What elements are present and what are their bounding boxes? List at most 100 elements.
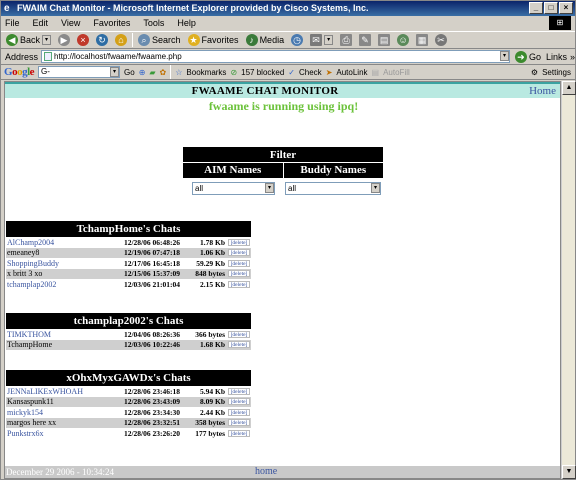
buddy-name-link[interactable]: tchamplap2002 [6,280,102,289]
standard-toolbar: ◀ Back ▾ ▶ × ↻ ⌂ ⌕ Search ★ Favorites ♪ … [1,31,575,49]
links-label[interactable]: Links [546,52,567,62]
stop-button[interactable]: × [75,32,91,48]
messenger-button[interactable]: ☺ [395,32,411,48]
autolink-button[interactable]: AutoLink [336,68,367,77]
google-search-dropdown-icon[interactable]: ▾ [110,67,120,77]
refresh-button[interactable]: ↻ [94,32,110,48]
back-button[interactable]: ◀ Back ▾ [4,32,53,48]
scroll-down-icon[interactable]: ▼ [562,465,576,479]
table-row: TIMKTHOM 12/04/06 08:26:36 366 bytes [de… [6,329,251,340]
menu-file[interactable]: File [5,18,20,28]
print-icon: ⎙ [340,34,353,46]
scroll-up-icon[interactable]: ▲ [562,81,576,95]
window-title: FWAIM Chat Monitor - Microsoft Internet … [17,3,369,13]
autofill-button[interactable]: AutoFill [383,68,410,77]
chat-date: 12/17/06 16:45:18 [123,258,180,268]
buddy-names-dropdown-icon[interactable]: ▾ [371,183,380,193]
menu-help[interactable]: Help [177,18,196,28]
history-button[interactable]: ◷ [289,32,305,48]
print-button[interactable]: ⎙ [338,32,354,48]
google-toolbar-separator [170,65,172,79]
popup-blocked-count[interactable]: 157 blocked [241,68,284,77]
page-content: FWAAME CHAT MONITOR Home fwaame is runni… [4,81,561,479]
delete-button[interactable]: [delete] [228,330,250,338]
search-button[interactable]: ⌕ Search [136,32,183,48]
mail-dropdown-icon[interactable]: ▾ [324,35,334,45]
chat-date: 12/04/06 08:26:36 [123,329,180,339]
buddy-name-link[interactable]: mickyk154 [6,408,102,417]
delete-button[interactable]: [delete] [228,280,250,288]
buddy-names-select[interactable]: all ▾ [285,182,381,195]
buddy-name-link[interactable]: ShoppingBuddy [6,259,102,268]
edit-page-icon: ✎ [359,34,372,46]
header-home-link[interactable]: Home [529,85,556,97]
menu-tools[interactable]: Tools [143,18,164,28]
menu-view[interactable]: View [61,18,80,28]
google-pagerank-icon[interactable]: ▰ [149,68,155,77]
go-button[interactable]: ➜ Go [513,49,543,65]
maximize-button[interactable]: □ [544,2,558,14]
aim-names-dropdown-icon[interactable]: ▾ [265,183,274,193]
buddy-name[interactable]: margos here xx [6,418,102,427]
delete-button[interactable]: [delete] [228,238,250,246]
home-button[interactable]: ⌂ [113,32,129,48]
footer-home-link[interactable]: home [255,466,277,478]
google-go-button[interactable]: Go [124,68,135,77]
buddy-name-link[interactable]: Punkstrx6x [6,429,102,438]
delete-button[interactable]: [delete] [228,429,250,437]
google-toolbar: Google G- ▾ Go ⊕ ▰ ✿ ☆ Bookmarks ⊘ 157 b… [1,65,575,80]
minimize-button[interactable]: _ [529,2,543,14]
media-button[interactable]: ♪ Media [244,32,287,48]
messenger-icon: ☺ [397,34,410,46]
edit-button[interactable]: ✎ [357,32,373,48]
mail-button[interactable]: ✉ ▾ [308,32,335,48]
google-search-input[interactable]: G- ▾ [38,66,121,78]
settings-button[interactable]: Settings [542,68,575,77]
chat-size: 848 bytes [195,269,225,279]
google-up-icon[interactable]: ✿ [160,68,167,77]
delete-button[interactable]: [delete] [228,408,250,416]
aim-names-select[interactable]: all ▾ [192,182,275,195]
address-dropdown-icon[interactable]: ▾ [499,51,509,61]
buddy-name[interactable]: Kansaspunk11 [6,397,102,406]
research-button[interactable]: ▦ [414,32,430,48]
delete-button[interactable]: [delete] [228,398,250,406]
discuss-button[interactable]: ▤ [376,32,392,48]
google-news-icon[interactable]: ⊕ [139,68,146,77]
page-title: FWAAME CHAT MONITOR [191,85,339,97]
footer-date: December 29 2006 - 10:34:24 [6,467,114,477]
check-button[interactable]: Check [299,68,322,77]
tools-button[interactable]: ✂ [433,32,449,48]
buddy-name-link[interactable]: AlChamp2004 [6,238,102,247]
chat-date: 12/28/06 23:32:51 [123,418,180,428]
buddy-name[interactable]: emeaney8 [6,248,102,257]
forward-button[interactable]: ▶ [56,32,72,48]
back-dropdown-icon[interactable]: ▾ [42,35,52,45]
delete-button[interactable]: [delete] [228,341,250,349]
menu-favorites[interactable]: Favorites [93,18,130,28]
chat-date: 12/19/06 07:47:18 [123,248,180,258]
links-chevron-icon[interactable]: » [570,52,575,62]
buddy-name-link[interactable]: TIMKTHOM [6,330,102,339]
google-search-value: G- [41,67,50,76]
home-icon: ⌂ [115,34,128,46]
vertical-scrollbar[interactable]: ▲ ▼ [561,81,576,479]
buddy-names-header: Buddy Names [300,164,367,176]
google-logo[interactable]: Google [4,66,35,78]
close-button[interactable]: × [559,2,573,14]
search-icon: ⌕ [138,34,151,46]
buddy-name-link[interactable]: JENNaLIKExWHOAH [6,387,102,396]
delete-button[interactable]: [delete] [228,259,250,267]
favorites-button[interactable]: ★ Favorites [186,32,241,48]
address-input[interactable]: http://localhost/fwaame/fwaame.php ▾ [41,50,510,63]
delete-button[interactable]: [delete] [228,270,250,278]
buddy-name[interactable]: x britt 3 xo [6,269,102,278]
favorites-star-icon: ★ [187,34,200,46]
delete-button[interactable]: [delete] [228,419,250,427]
bookmarks-button[interactable]: Bookmarks [186,68,226,77]
delete-button[interactable]: [delete] [228,387,250,395]
menu-edit[interactable]: Edit [33,18,49,28]
delete-button[interactable]: [delete] [228,249,250,257]
buddy-name[interactable]: TchampHome [6,340,102,349]
back-arrow-icon: ◀ [6,34,18,46]
